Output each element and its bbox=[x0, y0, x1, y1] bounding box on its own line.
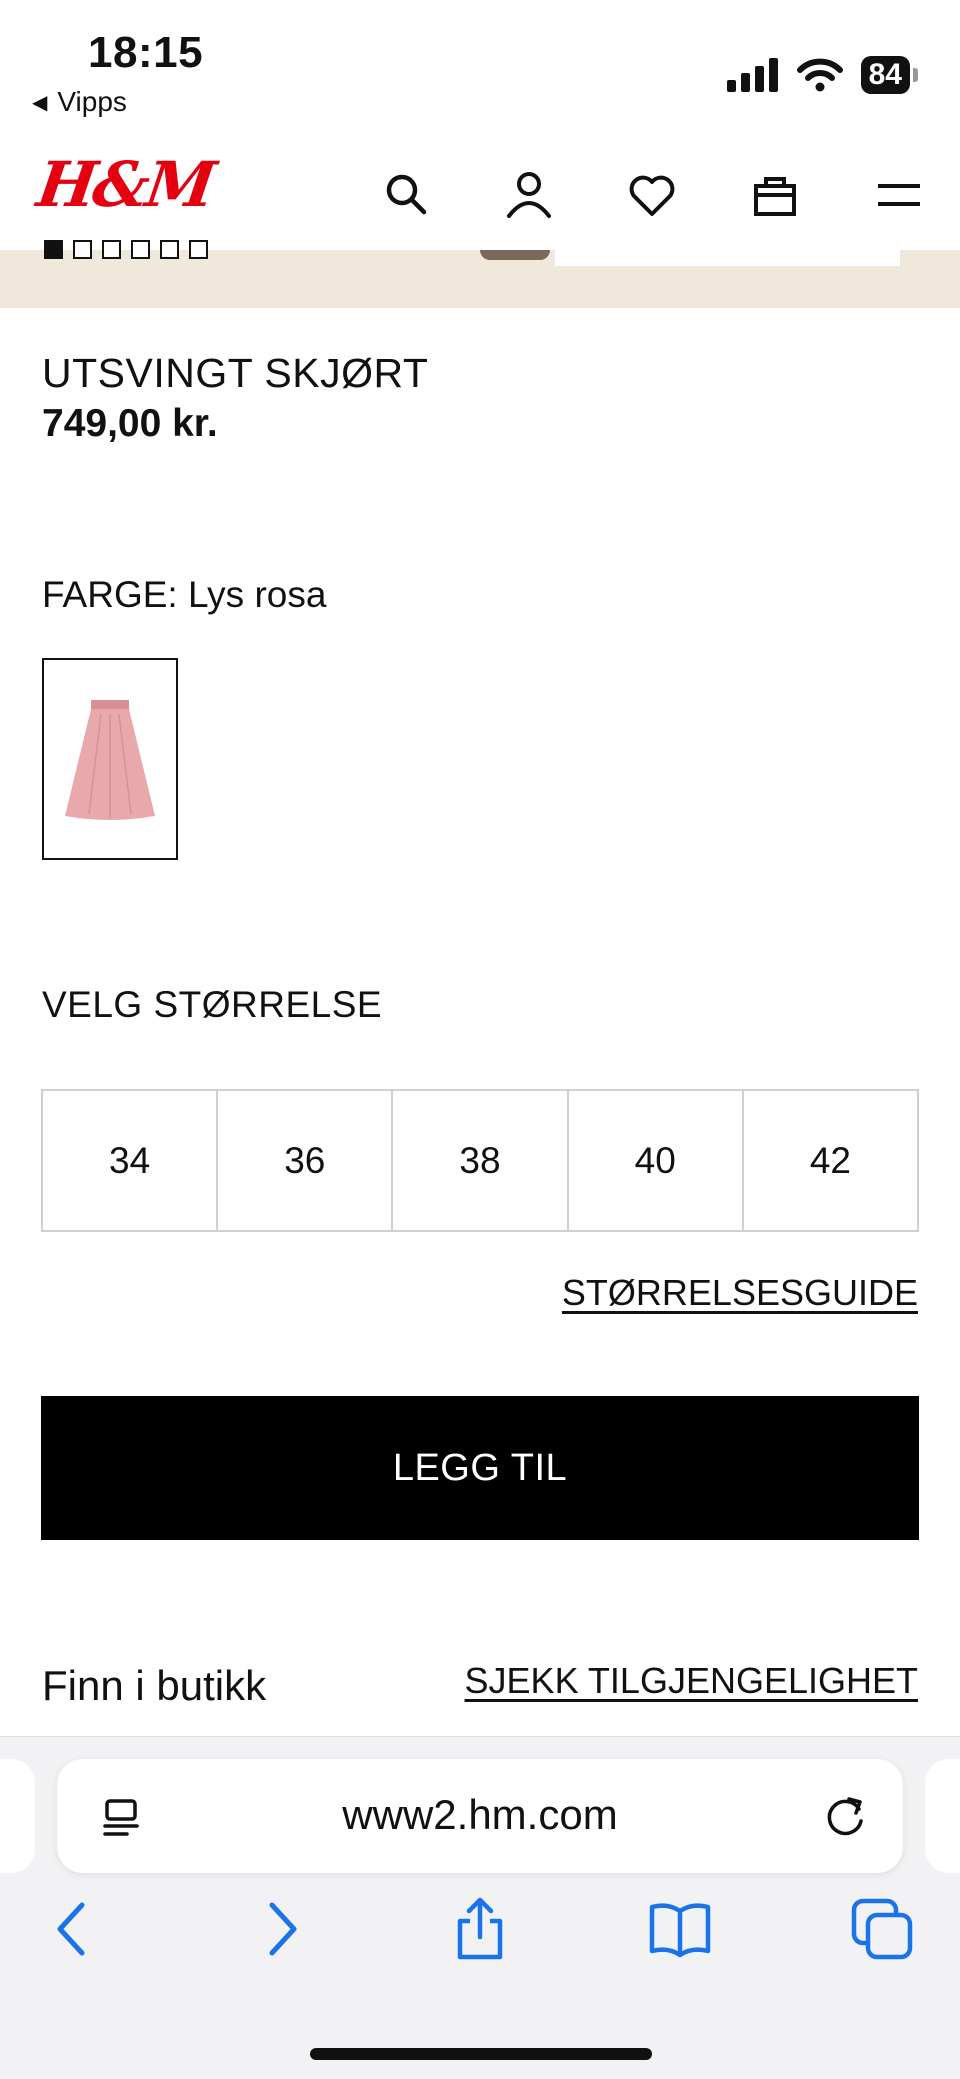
gallery-dots bbox=[44, 240, 208, 259]
gallery-dot[interactable] bbox=[131, 240, 150, 259]
status-bar: 18:15 ◀ Vipps 84 bbox=[0, 0, 960, 140]
bag-icon[interactable] bbox=[748, 168, 802, 222]
gallery-dot[interactable] bbox=[160, 240, 179, 259]
back-to-app-link[interactable]: ◀ Vipps bbox=[32, 86, 127, 118]
add-to-bag-button[interactable]: LEGG TIL bbox=[41, 1396, 919, 1540]
share-icon[interactable] bbox=[448, 1897, 512, 1961]
signal-icon bbox=[726, 58, 778, 92]
browser-chrome: www2.hm.com bbox=[0, 1736, 960, 2079]
size-option-38[interactable]: 38 bbox=[393, 1091, 569, 1230]
back-triangle-icon: ◀ bbox=[32, 91, 48, 114]
battery-indicator: 84 bbox=[860, 56, 919, 94]
product-name: UTSVINGT SKJØRT bbox=[42, 350, 429, 396]
account-icon[interactable] bbox=[502, 168, 556, 222]
heart-icon[interactable] bbox=[625, 168, 679, 222]
wifi-icon bbox=[796, 58, 843, 92]
home-indicator[interactable] bbox=[310, 2048, 652, 2060]
image-detail bbox=[480, 250, 550, 260]
hm-logo[interactable]: H&M bbox=[33, 148, 217, 221]
address-bar[interactable]: www2.hm.com bbox=[57, 1759, 903, 1873]
gallery-dot[interactable] bbox=[73, 240, 92, 259]
menu-icon[interactable] bbox=[872, 168, 926, 222]
image-overlay-card bbox=[555, 250, 900, 266]
url-text: www2.hm.com bbox=[342, 1791, 618, 1838]
size-guide-link[interactable]: STØRRELSESGUIDE bbox=[562, 1272, 918, 1314]
back-icon[interactable] bbox=[42, 1897, 106, 1961]
gallery-dot[interactable] bbox=[189, 240, 208, 259]
browser-toolbar bbox=[0, 1897, 960, 1977]
tabs-icon[interactable] bbox=[850, 1897, 914, 1961]
color-label: FARGE: Lys rosa bbox=[42, 574, 327, 615]
forward-icon[interactable] bbox=[248, 1897, 312, 1961]
status-time: 18:15 bbox=[88, 28, 204, 77]
gallery-dot[interactable] bbox=[44, 240, 63, 259]
find-in-store-label: Finn i butikk bbox=[42, 1662, 267, 1709]
size-option-40[interactable]: 40 bbox=[568, 1091, 744, 1230]
size-option-42[interactable]: 42 bbox=[743, 1091, 918, 1230]
color-swatch-lys-rosa[interactable] bbox=[42, 658, 178, 860]
skirt-thumbnail-icon bbox=[65, 700, 155, 820]
reload-icon[interactable] bbox=[823, 1793, 869, 1839]
site-header: H&M bbox=[0, 140, 960, 250]
gallery-dot[interactable] bbox=[102, 240, 121, 259]
size-option-34[interactable]: 34 bbox=[43, 1091, 219, 1230]
previous-tab-preview[interactable] bbox=[0, 1759, 35, 1873]
bookmarks-icon[interactable] bbox=[648, 1897, 712, 1961]
next-tab-preview[interactable] bbox=[925, 1759, 960, 1873]
search-icon[interactable] bbox=[380, 168, 434, 222]
size-section-title: VELG STØRRELSE bbox=[42, 984, 383, 1025]
back-app-label: Vipps bbox=[57, 86, 127, 117]
size-option-36[interactable]: 36 bbox=[218, 1091, 394, 1230]
product-price: 749,00 kr. bbox=[42, 402, 218, 445]
size-grid: 34 36 38 40 42 bbox=[41, 1089, 919, 1232]
status-indicators: 84 bbox=[726, 56, 919, 94]
check-availability-link[interactable]: SJEKK TILGJENGELIGHET bbox=[465, 1660, 918, 1702]
